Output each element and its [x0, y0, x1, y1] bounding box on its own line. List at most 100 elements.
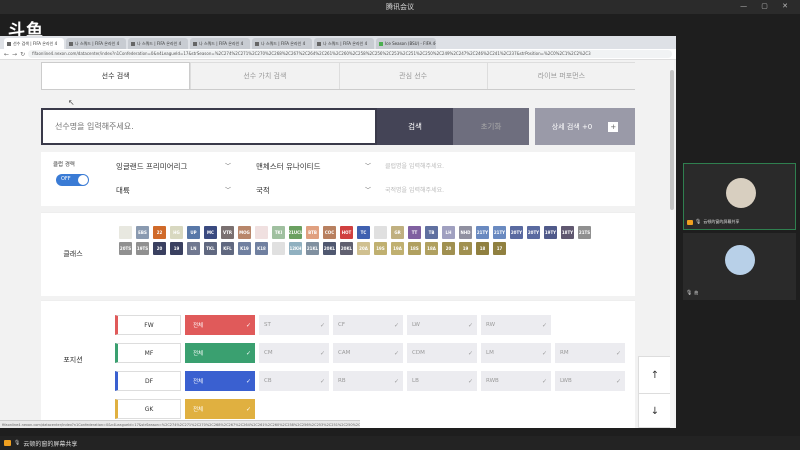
class-card[interactable]: TKI — [272, 226, 285, 239]
position-option-lm[interactable]: LM ✓ — [481, 343, 551, 363]
scrollbar-thumb[interactable] — [670, 70, 674, 210]
team-select[interactable]: 맨체스터 유나이티드 ﹀ — [251, 156, 375, 178]
class-card[interactable]: NHD — [459, 226, 472, 239]
class-card[interactable]: 18TY — [561, 226, 574, 239]
class-card[interactable]: 21TY — [493, 226, 506, 239]
class-card[interactable]: 21TS — [578, 226, 591, 239]
advanced-search-button[interactable]: 상세 검색 +0 + — [535, 108, 635, 145]
forward-icon[interactable]: → — [12, 51, 17, 58]
class-card[interactable] — [374, 226, 387, 239]
class-card[interactable]: 20TY — [510, 226, 523, 239]
class-card[interactable]: 20KL — [323, 242, 336, 255]
position-option-cam[interactable]: CAM ✓ — [333, 343, 403, 363]
scroll-down-button[interactable]: ↓ — [639, 393, 671, 428]
class-card[interactable]: 19 — [170, 242, 183, 255]
class-card[interactable]: TT — [408, 226, 421, 239]
class-card[interactable]: HOT — [340, 226, 353, 239]
search-button[interactable]: 검색 — [377, 108, 453, 145]
class-card[interactable]: VTR — [221, 226, 234, 239]
class-card[interactable]: 18S — [408, 242, 421, 255]
browser-tab[interactable]: 나 스쿼드 | FIFA 온라인 4 — [314, 38, 374, 49]
tab-player-search[interactable]: 선수 검색 — [41, 62, 191, 89]
class-card[interactable]: TKL — [204, 242, 217, 255]
class-card[interactable]: 17 — [493, 242, 506, 255]
class-card[interactable]: 20 — [153, 242, 166, 255]
class-card[interactable]: K18 — [255, 242, 268, 255]
participant-tile[interactable]: 🎙 云顿的窗的屏幕共享 — [683, 163, 796, 230]
position-option-st[interactable]: ST ✓ — [259, 315, 329, 335]
tab-favorite-players[interactable]: 관심 선수 — [338, 62, 487, 89]
class-card[interactable]: 12KH — [289, 242, 302, 255]
position-all-toggle[interactable]: 전체 ✓ — [185, 371, 255, 391]
class-card[interactable]: 22 — [153, 226, 166, 239]
position-option-rb[interactable]: RB ✓ — [333, 371, 403, 391]
position-option-lw[interactable]: LW ✓ — [407, 315, 477, 335]
class-card[interactable]: GR — [391, 226, 404, 239]
class-card[interactable]: 21KL — [306, 242, 319, 255]
position-option-rm[interactable]: RM ✓ — [555, 343, 625, 363]
microphone-icon[interactable]: 🎙 — [14, 440, 20, 446]
class-card[interactable]: 20A — [357, 242, 370, 255]
continent-select[interactable]: 대륙 ﹀ — [111, 180, 235, 202]
position-option-cb[interactable]: CB ✓ — [259, 371, 329, 391]
class-card[interactable]: 19S — [374, 242, 387, 255]
class-card[interactable]: 19TS — [136, 242, 149, 255]
browser-tab[interactable]: 나 스쿼드 | FIFA 온라인 4 — [66, 38, 126, 49]
club-name-input[interactable]: 클럽명을 입력해주세요. — [381, 156, 631, 178]
class-card[interactable] — [255, 226, 268, 239]
class-card[interactable]: COC — [323, 226, 336, 239]
class-card[interactable]: 21UCL — [288, 226, 303, 239]
class-card[interactable]: KFL — [221, 242, 234, 255]
nationality-select[interactable]: 국적 ﹀ — [251, 180, 375, 202]
class-card[interactable]: 20TY — [527, 226, 540, 239]
club-career-toggle[interactable]: OFF — [56, 174, 89, 186]
class-card[interactable]: UP — [187, 226, 200, 239]
position-option-cm[interactable]: CM ✓ — [259, 343, 329, 363]
reload-icon[interactable]: ↻ — [20, 51, 25, 58]
position-option-lwb[interactable]: LWB ✓ — [555, 371, 625, 391]
page-scrollbar[interactable] — [670, 60, 674, 428]
class-card[interactable] — [119, 226, 132, 239]
position-all-toggle[interactable]: 전체 ✓ — [185, 315, 255, 335]
player-name-input[interactable] — [41, 108, 377, 145]
position-all-toggle[interactable]: 전체 ✓ — [185, 399, 255, 419]
position-option-rwb[interactable]: RWB ✓ — [481, 371, 551, 391]
class-card[interactable]: 19 — [459, 242, 472, 255]
position-option-lb[interactable]: LB ✓ — [407, 371, 477, 391]
browser-tab[interactable]: 선수 검색 | FIFA 온라인 4 — [4, 38, 64, 49]
nationality-name-input[interactable]: 국적명을 입력해주세요. — [381, 180, 631, 202]
class-card[interactable]: BTB — [306, 226, 319, 239]
class-card[interactable]: MOG — [238, 226, 251, 239]
class-card[interactable]: LH — [442, 226, 455, 239]
class-card[interactable]: MC — [204, 226, 217, 239]
position-option-cdm[interactable]: CDM ✓ — [407, 343, 477, 363]
class-card[interactable]: 19A — [391, 242, 404, 255]
class-card[interactable]: TB — [425, 226, 438, 239]
browser-tab[interactable]: 나 스쿼드 | FIFA 온라인 4 — [128, 38, 188, 49]
browser-tab[interactable]: 나 스쿼드 | FIFA 온라인 4 — [252, 38, 312, 49]
class-card[interactable]: 21TY — [476, 226, 489, 239]
class-card[interactable] — [272, 242, 285, 255]
back-icon[interactable]: ← — [4, 51, 9, 58]
browser-tab[interactable]: Ice Season (BSU) - FIFA 4주 — [376, 38, 436, 49]
class-card[interactable]: TC — [357, 226, 370, 239]
class-card[interactable]: 20KL — [340, 242, 353, 255]
class-card[interactable]: HG — [170, 226, 183, 239]
scroll-up-button[interactable]: ↑ — [639, 357, 671, 393]
class-card[interactable]: 20 — [442, 242, 455, 255]
class-card[interactable]: K19 — [238, 242, 251, 255]
class-card[interactable]: 19TY — [544, 226, 557, 239]
league-select[interactable]: 잉글랜드 프리미어리그 ﹀ — [111, 156, 235, 178]
class-card[interactable]: 18A — [425, 242, 438, 255]
url-input[interactable]: fifaonline4.nexon.com/datacenter/index?n… — [28, 50, 672, 58]
class-card[interactable]: LN — [187, 242, 200, 255]
position-all-toggle[interactable]: 전체 ✓ — [185, 343, 255, 363]
window-controls[interactable]: — ▢ ✕ — [740, 2, 794, 10]
class-card[interactable]: EBS — [136, 226, 149, 239]
browser-tab[interactable]: 나 스쿼드 | FIFA 온라인 4 — [190, 38, 250, 49]
class-card[interactable]: 20TS — [119, 242, 132, 255]
class-card[interactable]: 18 — [476, 242, 489, 255]
tab-live-performance[interactable]: 라이브 퍼포먼스 — [486, 62, 635, 89]
position-option-rw[interactable]: RW ✓ — [481, 315, 551, 335]
reset-button[interactable]: 초기화 — [453, 108, 529, 145]
